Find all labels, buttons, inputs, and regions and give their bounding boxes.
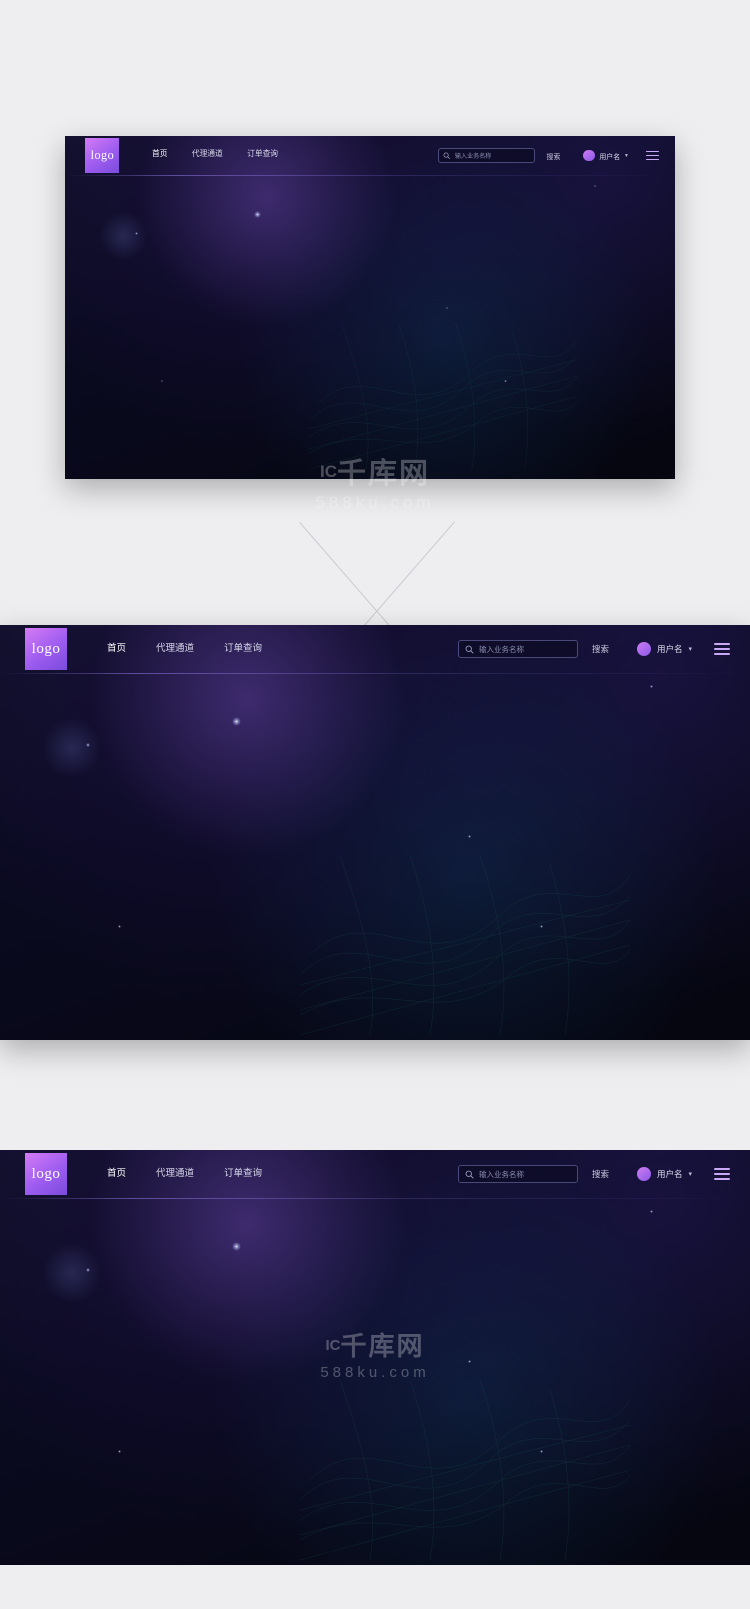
mesh-decoration	[308, 322, 578, 470]
hamburger-bar	[645, 158, 659, 161]
hamburger-bar	[714, 1168, 730, 1170]
hamburger-bar	[714, 1178, 730, 1180]
star-decoration	[468, 835, 471, 838]
mesh-decoration	[299, 1379, 631, 1561]
nav-item-home[interactable]: 首页	[152, 148, 167, 163]
hamburger-bar	[714, 648, 730, 650]
star-decoration	[118, 925, 121, 928]
hamburger-bar	[645, 150, 659, 153]
orb-decoration	[42, 718, 102, 778]
hamburger-bar	[714, 653, 730, 655]
search-icon	[465, 645, 474, 654]
mesh-decoration	[299, 854, 631, 1036]
hamburger-menu-icon[interactable]	[714, 1168, 730, 1180]
star-decoration	[232, 717, 241, 726]
chevron-down-icon[interactable]: ▾	[625, 153, 628, 159]
background-glow	[0, 1150, 750, 1565]
search-box[interactable]: 输入业务名称	[457, 640, 578, 658]
star-decoration	[468, 1360, 471, 1363]
star-decoration	[504, 380, 507, 383]
watermark-line2: 588ku.com	[315, 493, 435, 512]
avatar	[636, 1167, 651, 1181]
top-navbar: logo 首页 代理通道 订单查询 输入业务名称 搜索 用户名 ▾	[65, 136, 675, 175]
nav-item-order-query[interactable]: 订单查询	[224, 640, 262, 659]
search-button[interactable]: 搜索	[592, 643, 609, 655]
nav-divider	[65, 175, 675, 176]
hamburger-bar	[645, 154, 659, 157]
search-input[interactable]: 输入业务名称	[479, 1169, 524, 1180]
nav-item-home[interactable]: 首页	[107, 640, 126, 659]
nav-items: 首页 代理通道 订单查询	[107, 640, 292, 659]
dashboard-main: logo首页代理通道订单查询输入业务名称搜索用户名▾实时数据1000500100…	[0, 625, 750, 1040]
star-decoration	[160, 380, 164, 383]
search-input[interactable]: 输入业务名称	[455, 151, 492, 160]
dashboard-preview-small: logo首页代理通道订单查询输入业务名称搜索用户名▾实时数据1000500100…	[65, 136, 675, 479]
nav-item-home[interactable]: 首页	[107, 1165, 126, 1184]
star-decoration	[232, 1242, 241, 1251]
search-input[interactable]: 输入业务名称	[479, 644, 524, 655]
page-root: logo首页代理通道订单查询输入业务名称搜索用户名▾实时数据1000500100…	[0, 0, 750, 1609]
orb-decoration	[99, 211, 148, 261]
background-glow	[65, 136, 675, 479]
star-decoration	[650, 1210, 653, 1213]
hamburger-bar	[714, 643, 730, 645]
hamburger-bar	[714, 1173, 730, 1175]
star-decoration	[253, 210, 261, 219]
chevron-down-icon[interactable]: ▾	[688, 645, 692, 653]
nav-item-agent-channel[interactable]: 代理通道	[192, 148, 223, 163]
search-icon	[465, 1170, 474, 1179]
user-name[interactable]: 用户名	[599, 151, 620, 161]
logo: logo	[85, 138, 120, 173]
nav-item-order-query[interactable]: 订单查询	[247, 148, 278, 163]
nav-items: 首页 代理通道 订单查询	[152, 148, 302, 163]
star-decoration	[593, 184, 597, 188]
star-decoration	[118, 1450, 121, 1453]
avatar	[636, 642, 651, 656]
logo: logo	[25, 628, 67, 670]
star-decoration	[540, 925, 543, 928]
nav-item-agent-channel[interactable]: 代理通道	[156, 640, 194, 659]
nav-items: 首页 代理通道 订单查询	[107, 1165, 292, 1184]
search-box[interactable]: 输入业务名称	[437, 148, 536, 163]
star-decoration	[650, 685, 653, 688]
hamburger-menu-icon[interactable]	[645, 150, 659, 161]
nav-item-agent-channel[interactable]: 代理通道	[156, 1165, 194, 1184]
hamburger-menu-icon[interactable]	[714, 643, 730, 655]
nav-divider	[0, 1198, 750, 1199]
star-decoration	[540, 1450, 543, 1453]
dashboard-preview-bottom: logo首页代理通道订单查询输入业务名称搜索用户名▾实时数据1000500100…	[0, 1150, 750, 1565]
user-name[interactable]: 用户名	[657, 1168, 683, 1180]
nav-divider	[0, 673, 750, 674]
top-navbar: logo 首页 代理通道 订单查询 输入业务名称 搜索 用户名 ▾	[0, 1150, 750, 1198]
logo: logo	[25, 1153, 67, 1195]
background-glow	[0, 625, 750, 1040]
user-name[interactable]: 用户名	[657, 643, 683, 655]
star-decoration	[445, 306, 449, 310]
search-button[interactable]: 搜索	[592, 1168, 609, 1180]
avatar	[583, 149, 595, 162]
search-button[interactable]: 搜索	[547, 151, 561, 161]
chevron-down-icon[interactable]: ▾	[688, 1170, 692, 1178]
search-icon	[443, 152, 451, 159]
search-box[interactable]: 输入业务名称	[457, 1165, 578, 1183]
orb-decoration	[42, 1243, 102, 1303]
nav-item-order-query[interactable]: 订单查询	[224, 1165, 262, 1184]
top-navbar: logo 首页 代理通道 订单查询 输入业务名称 搜索 用户名 ▾	[0, 625, 750, 673]
